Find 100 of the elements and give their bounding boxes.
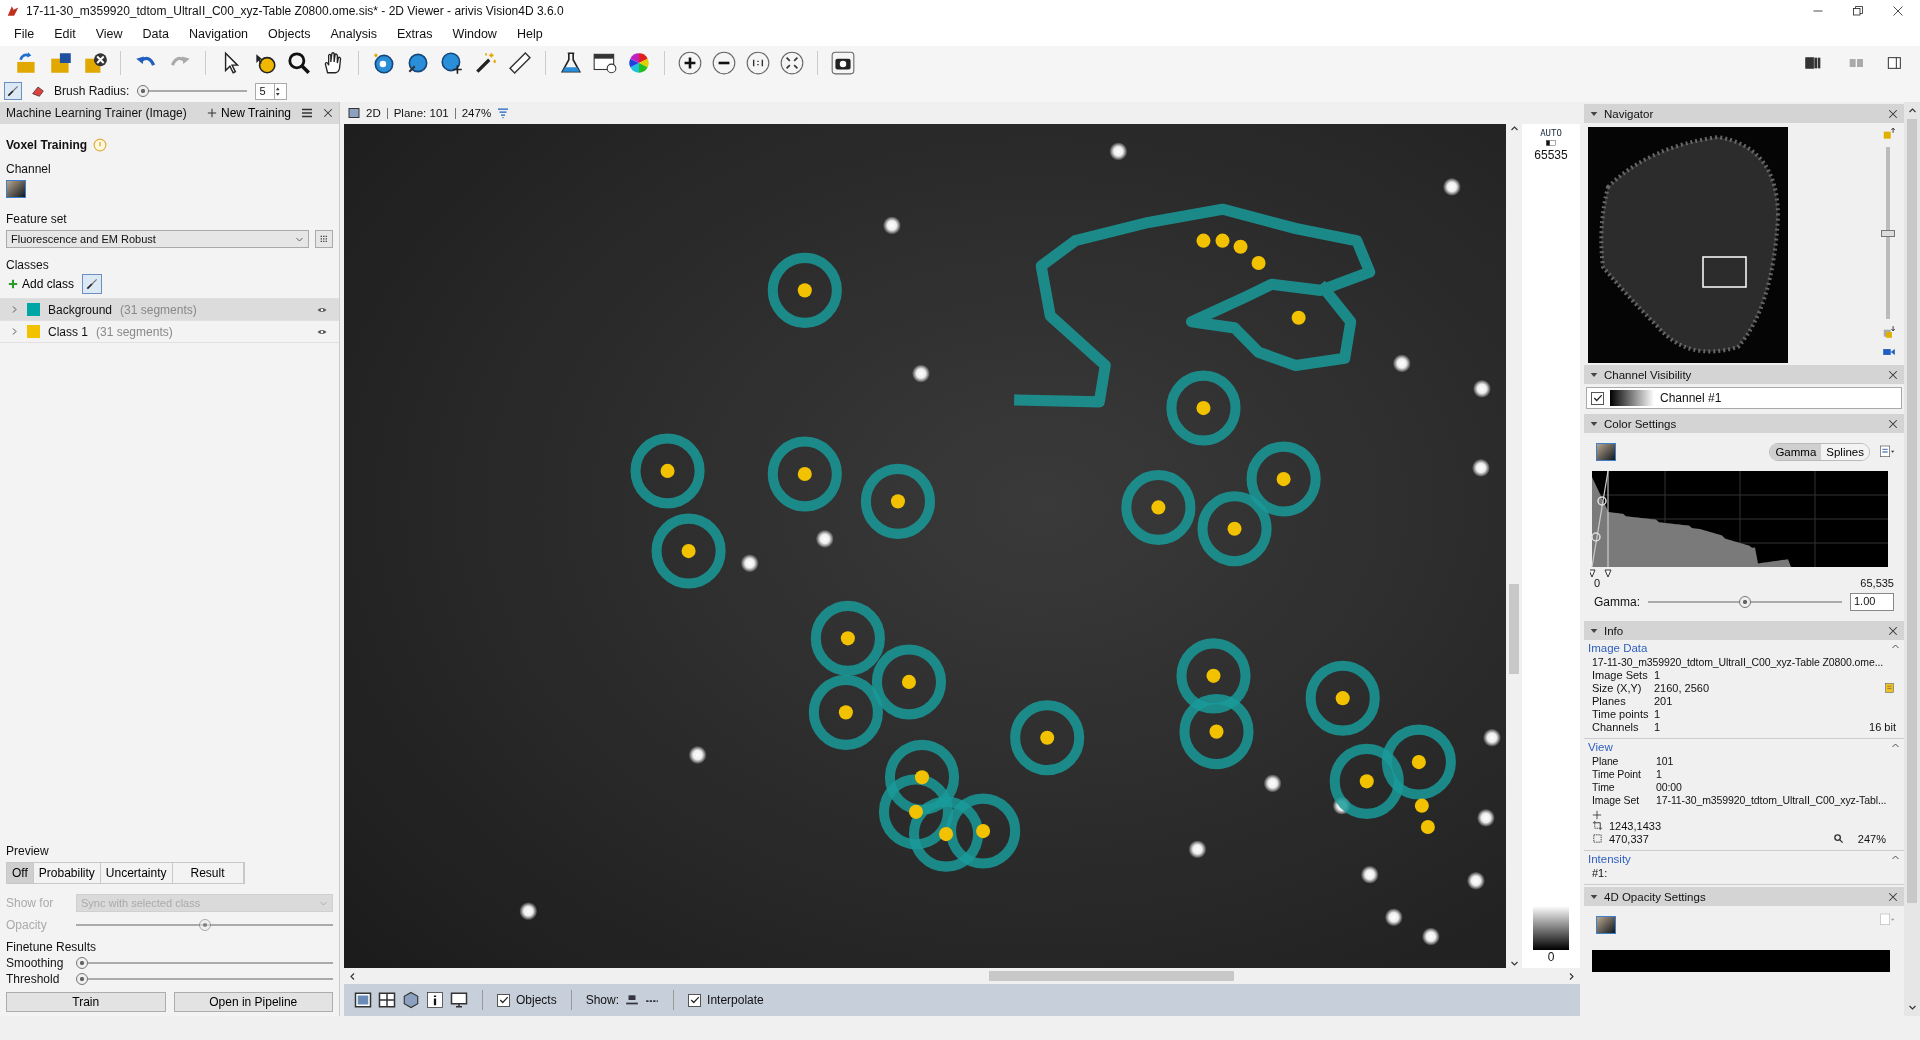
fit-to-window-icon[interactable] (779, 50, 805, 76)
microscopy-image[interactable] (344, 124, 1506, 968)
preview-tab[interactable]: Off (7, 863, 34, 883)
curve-mode-tab[interactable]: Gamma (1770, 444, 1822, 460)
scroll-right-icon[interactable] (1567, 971, 1576, 981)
annotation-ring[interactable] (810, 600, 885, 676)
plane-down-icon[interactable] (1882, 325, 1896, 339)
scroll-left-icon[interactable] (348, 971, 357, 981)
class-marker-dot[interactable] (908, 804, 923, 819)
menu-item[interactable]: View (85, 27, 133, 41)
gamma-value-field[interactable]: 1.00 (1850, 593, 1894, 611)
info-section-heading[interactable]: Image Data (1588, 642, 1648, 654)
class-marker-dot[interactable] (939, 827, 954, 842)
annotation-ring[interactable] (1246, 441, 1321, 517)
class-marker-dot[interactable] (1196, 400, 1211, 416)
close-icon[interactable] (323, 108, 333, 118)
slider-thumb[interactable] (1739, 596, 1751, 608)
class-marker-dot[interactable] (840, 631, 855, 646)
objects-checkbox[interactable] (497, 993, 510, 1007)
class-marker-dot[interactable] (976, 823, 991, 839)
magic-wand-icon[interactable] (473, 50, 499, 76)
annotation-ring[interactable] (946, 793, 1021, 869)
feature-set-dropdown[interactable]: Fluorescence and EM Robust (6, 230, 309, 248)
menu-item[interactable]: File (4, 27, 45, 41)
close-icon[interactable] (1888, 369, 1898, 380)
class-marker-dot[interactable] (1411, 754, 1426, 770)
class-marker-dot[interactable] (1420, 819, 1435, 835)
annotation-ring[interactable] (1381, 724, 1456, 800)
menu-item[interactable]: Edit (44, 27, 86, 41)
class-marker-dot[interactable] (1414, 798, 1429, 813)
class-marker-dot[interactable] (660, 463, 675, 479)
class-marker-dot[interactable] (1251, 255, 1266, 271)
collapse-triangle-icon[interactable] (1590, 370, 1598, 379)
opacity-color-button[interactable] (1596, 916, 1616, 934)
annotation-ring[interactable] (1305, 660, 1380, 736)
class-marker-dot[interactable] (1196, 233, 1211, 248)
collapse-triangle-icon[interactable] (1590, 109, 1598, 118)
interpolate-checkbox[interactable] (688, 993, 702, 1007)
single-view-icon[interactable] (354, 991, 372, 1009)
menu-item[interactable]: Data (132, 27, 179, 41)
class-marker-dot[interactable] (1335, 691, 1350, 706)
collapse-triangle-icon[interactable] (1590, 892, 1598, 901)
menu-item[interactable]: Window (442, 27, 507, 41)
color-wheel-icon[interactable] (626, 50, 652, 76)
close-icon[interactable] (1888, 108, 1898, 119)
annotation-stroke[interactable] (1014, 203, 1376, 408)
annotation-ring[interactable] (767, 252, 842, 328)
class-marker-dot[interactable] (1227, 521, 1242, 536)
class-marker-dot[interactable] (797, 466, 812, 482)
channel-color-button[interactable] (1596, 443, 1616, 461)
class-marker-dot[interactable] (838, 705, 853, 720)
collapse-triangle-icon[interactable] (1590, 419, 1598, 428)
channel-color-button[interactable] (6, 180, 26, 198)
class-marker-dot[interactable] (1359, 774, 1374, 789)
grid-view-icon[interactable] (378, 991, 396, 1009)
class-marker-dot[interactable] (890, 494, 905, 509)
menu-item[interactable]: Objects (258, 27, 321, 41)
slider-thumb[interactable] (76, 957, 88, 969)
menu-item[interactable]: Navigation (179, 27, 259, 41)
scroll-up-icon[interactable] (1509, 124, 1519, 133)
class-marker-dot[interactable] (1233, 239, 1248, 254)
info-section-heading[interactable]: Intensity (1588, 853, 1631, 865)
class-marker-dot[interactable] (1209, 724, 1224, 739)
copy-info-icon[interactable] (1883, 682, 1896, 695)
class-marker-dot[interactable] (1215, 233, 1230, 248)
annotation-ring[interactable] (808, 674, 883, 750)
menu-item[interactable]: Help (506, 27, 553, 41)
annotation-ring[interactable] (1010, 700, 1085, 776)
class-marker-dot[interactable] (1151, 500, 1166, 515)
annotation-ring[interactable] (1121, 469, 1196, 545)
object-fill-icon[interactable] (625, 993, 640, 1007)
annotation-ring[interactable] (1197, 491, 1272, 567)
class-marker-dot[interactable] (797, 283, 812, 298)
menu-item[interactable]: Extras (387, 27, 443, 41)
zoom-in-icon[interactable] (677, 50, 703, 76)
filter-icon[interactable] (497, 107, 510, 119)
class-marker-dot[interactable] (901, 674, 916, 690)
slider-thumb[interactable] (1881, 229, 1895, 237)
cube-view-icon[interactable] (402, 991, 420, 1009)
class-list-item[interactable]: Class 1 (31 segments) (0, 321, 339, 343)
auto-label[interactable]: AUTO (1540, 128, 1562, 138)
close-icon[interactable] (1888, 625, 1898, 636)
menu-icon[interactable] (301, 107, 313, 119)
monitor-icon[interactable] (450, 991, 468, 1009)
annotation-ring[interactable] (1329, 743, 1404, 819)
annotation-ring[interactable] (651, 513, 726, 589)
class-marker-dot[interactable] (1291, 310, 1306, 325)
scrollbar-thumb[interactable] (989, 971, 1234, 981)
feature-grid-button[interactable] (315, 230, 333, 248)
annotation-ring[interactable] (630, 433, 705, 509)
annotation-ring[interactable] (1179, 694, 1254, 770)
info-view-icon[interactable] (426, 991, 444, 1009)
slider-thumb[interactable] (137, 85, 150, 97)
action-button[interactable]: Open in Pipeline (173, 992, 333, 1012)
scrollbar-thumb[interactable] (1907, 119, 1917, 903)
channel-checkbox[interactable] (1591, 391, 1604, 405)
save-icon[interactable] (48, 50, 74, 76)
close-icon[interactable] (1888, 418, 1898, 429)
scroll-down-icon[interactable] (1509, 959, 1519, 968)
class-marker-dot[interactable] (681, 543, 696, 559)
